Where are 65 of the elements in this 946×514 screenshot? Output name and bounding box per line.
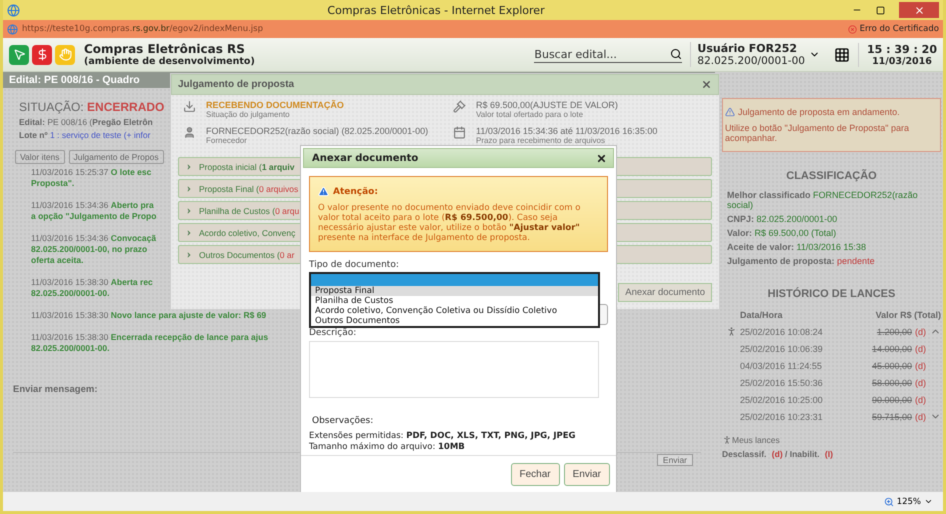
log-entry: 11/03/2016 15:38:30 Encerrada recepção de lance para ajus 82.025.200/0001-00. — [31, 332, 268, 354]
history-time: 25/02/2016 10:25:00 — [740, 394, 824, 404]
app-subtitle: (ambiente de desenvolvimento) — [84, 56, 256, 67]
history-time: 25/02/2016 10:08:24 — [740, 326, 824, 336]
info-value: FORNECEDOR252(razão social) (82.025.200/0001-00) — [206, 126, 428, 136]
alert-text: Utilize o botão "Julgamento de Proposta" para acompanhar. — [725, 123, 910, 143]
disqualified-label: (d) — [915, 360, 926, 370]
history-time: 04/03/2016 11:24:55 — [740, 360, 823, 370]
log-entry: 11/03/2016 15:34:36 Convocaçã 82.025.200/0001-00, no prazo oferta aceita. — [31, 233, 156, 266]
window-title: Compras Eletrônicas - Internet Explorer — [326, 4, 546, 16]
edital-line: Edital: PE 008/16 (Pregão Eletrôn — [18, 117, 153, 127]
info-caption: Fornecedor — [206, 136, 247, 145]
app-title: Compras Eletrônicas RS — [84, 42, 246, 56]
classification-field: Julgamento de proposta: pendente — [727, 256, 941, 266]
situation-text: SITUAÇÃO: ENCERRADO — [18, 99, 164, 114]
log-entry: 11/03/2016 15:34:36 Aberto pra a opção "Julgamento de Propo — [31, 200, 156, 222]
message-label: Enviar mensagem: — [12, 383, 98, 395]
zoom-level: 125% — [896, 496, 921, 506]
disqualified-label: (d) — [915, 326, 926, 336]
note-text: Tamanho máximo do arquivo: 10MB — [309, 442, 466, 453]
legend-text: Meus lances — [732, 435, 780, 445]
log-entry: 11/03/2016 15:38:30 Novo lance para ajuste de valor: R$ 69 — [31, 310, 266, 321]
alert-title: Julgamento de proposta em andamento. — [738, 107, 900, 117]
classification-field: Aceite de valor: 11/03/2016 15:38 — [727, 242, 941, 252]
history-title: HISTÓRICO DE LANCES — [766, 288, 896, 300]
classification-field: Melhor classificado FORNECEDOR252(razão social) — [727, 190, 941, 210]
log-entry: 11/03/2016 15:38:30 Aberta rec 82.025.200/0001-00. — [31, 277, 153, 299]
clock-time: 15 : 39 : 20 — [866, 42, 937, 56]
disqualified-label: (d) — [915, 412, 926, 422]
classification-field: CNPJ: 82.025.200/0001-00 — [727, 214, 941, 224]
url-text: https://teste10g.compras.rs.gov.br/egov2/indexMenu.jsp — [22, 24, 264, 34]
info-value: 11/03/2016 15:34:36 até 11/03/2016 16:35:00 — [476, 126, 658, 136]
dialog-title: Julgamento de proposta — [178, 79, 294, 90]
info-caption: Situação do julgamento — [206, 110, 290, 119]
classification-field: Valor: R$ 69.500,00 (Total) — [727, 228, 941, 238]
note-text: Extensões permitidas: PDF, DOC, XLS, TXT, PNG, JPG, JPEG — [309, 431, 577, 442]
history-header: Data/Hora Valor R$ (Total) — [739, 308, 941, 322]
field-label: Descrição: — [309, 328, 358, 338]
info-value: RECEBENDO DOCUMENTAÇÃO — [206, 100, 344, 110]
history-value: 45.000,00 — [872, 360, 912, 370]
clock-date: 11/03/2016 — [871, 56, 933, 66]
history-value: 14.000,00 — [872, 344, 912, 354]
disqualified-label: (d) — [915, 394, 926, 404]
history-time: 25/02/2016 10:23:31 — [740, 412, 824, 422]
info-caption: Prazo para recebimento de arquivos — [476, 136, 605, 145]
info-value: R$ 69.500,00(AJUSTE DE VALOR) — [476, 100, 618, 110]
legend-footer: Desclassif. (d) / Inabilit. (I) — [722, 449, 941, 459]
classification-title: CLASSIFICAÇÃO — [785, 170, 878, 182]
history-value: 58.000,00 — [872, 378, 912, 388]
disqualified-label: (d) — [915, 378, 926, 388]
log-entry: 11/03/2016 15:25:37 O lote esc Proposta". — [31, 167, 152, 189]
history-time: 25/02/2016 10:06:39 — [740, 344, 824, 354]
history-time: 25/02/2016 15:50:36 — [740, 378, 824, 388]
disqualified-label: (d) — [915, 344, 926, 354]
history-value: 90.000,00 — [872, 394, 912, 404]
history-value: 59.715,00 — [872, 412, 912, 422]
info-caption: Valor total ofertado para o lote — [476, 110, 584, 119]
history-value: 1.200,00 — [876, 326, 912, 336]
warning-text: O valor presente no documento enviado deve coincidir com o valor total aceito para o lote (R$ 69.500,00). Caso seja necessário ajustar este valor, utilize o botão "Ajustar valor" presente na interface de Julgamento de proposta. — [318, 203, 582, 243]
dialog-title: Anexar documento — [312, 152, 418, 164]
edital-heading: Edital: PE 008/16 - Quadro — [9, 74, 140, 86]
warning-title: Atenção: — [333, 186, 378, 196]
notes-title: Observações: — [312, 416, 374, 427]
field-label: Tipo de documento: — [309, 260, 400, 270]
lote-label: Lote nº — [19, 130, 48, 140]
